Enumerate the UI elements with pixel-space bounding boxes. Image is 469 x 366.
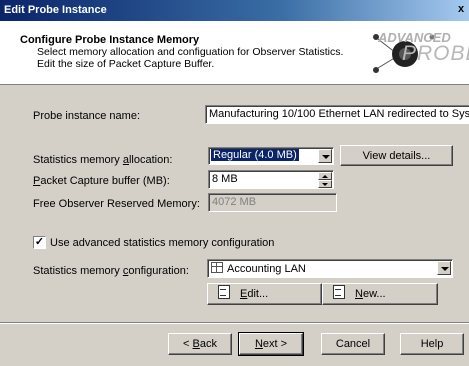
spin-up-button[interactable] (318, 172, 332, 180)
edit-document-icon (218, 285, 230, 299)
probe-name-label: Probe instance name: (33, 110, 141, 122)
header-title: Configure Probe Instance Memory (20, 34, 200, 46)
packet-capture-label: Packet Capture buffer (MB): (33, 175, 170, 187)
advanced-config-label[interactable]: Use advanced statistics memory configura… (50, 237, 274, 249)
footer-separator (0, 322, 469, 324)
header-description: Select memory allocation and configuatio… (37, 46, 344, 70)
window-title: Edit Probe Instance (4, 4, 107, 16)
next-button[interactable]: Next > (238, 332, 304, 356)
probe-name-field[interactable]: Manufacturing 10/100 Ethernet LAN redire… (205, 105, 469, 124)
spinner-icon[interactable] (318, 172, 332, 188)
stats-allocation-select[interactable]: Regular (4.0 MB) (208, 147, 334, 165)
help-button[interactable]: Help (400, 333, 464, 355)
logo-text-probe: PROBE (402, 42, 469, 65)
new-document-icon (333, 285, 345, 299)
window-title-bar: Edit Probe Instance x (0, 0, 469, 21)
chevron-down-icon[interactable] (437, 261, 451, 275)
advanced-config-checkbox[interactable]: ✓ (33, 236, 46, 249)
free-memory-field: 4072 MB (208, 193, 337, 212)
new-button[interactable]: New... (322, 283, 438, 305)
back-button[interactable]: < Back (168, 333, 232, 355)
packet-capture-value: 8 MB (212, 173, 238, 185)
wizard-header: Configure Probe Instance Memory Select m… (0, 21, 469, 85)
cancel-button[interactable]: Cancel (321, 333, 385, 355)
view-details-button[interactable]: View details... (340, 145, 453, 166)
advanced-probe-logo: ADVANCED PROBE (350, 25, 469, 85)
stats-config-select[interactable]: Accounting LAN (207, 259, 453, 278)
stats-allocation-label: Statistics memory allocation: (33, 154, 173, 166)
spin-down-button[interactable] (318, 180, 332, 188)
close-icon[interactable]: x (455, 3, 467, 16)
chevron-down-icon[interactable] (318, 149, 332, 163)
packet-capture-input[interactable]: 8 MB (208, 170, 334, 189)
stats-config-label: Statistics memory configuration: (33, 265, 189, 277)
stats-config-value: Accounting LAN (227, 263, 306, 275)
table-icon (211, 262, 223, 273)
free-memory-label: Free Observer Reserved Memory: (33, 198, 200, 210)
edit-button[interactable]: Edit... (207, 283, 322, 305)
stats-allocation-value: Regular (4.0 MB) (211, 149, 299, 161)
